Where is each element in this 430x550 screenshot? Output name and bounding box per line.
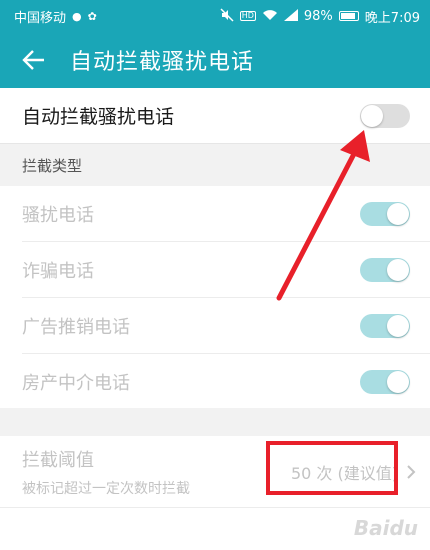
wechat-icon: ✿ <box>87 9 97 23</box>
threshold-subtitle: 被标记超过一定次数时拦截 <box>22 480 190 497</box>
switch-knob <box>387 259 409 281</box>
block-type-list: 骚扰电话 诈骗电话 广告推销电话 房产中介电话 <box>0 186 430 410</box>
signal-icon <box>283 9 298 23</box>
list-item-real-estate[interactable]: 房产中介电话 <box>0 354 430 410</box>
wifi-icon <box>262 9 278 23</box>
switch-knob <box>387 203 409 225</box>
fraud-switch[interactable] <box>360 258 410 282</box>
list-item-label: 房产中介电话 <box>22 373 130 394</box>
threshold-text: 拦截阈值 被标记超过一定次数时拦截 <box>22 446 190 498</box>
back-arrow-icon <box>22 50 44 70</box>
annotation-highlight-box <box>266 441 398 495</box>
auto-block-switch[interactable] <box>360 103 410 128</box>
hd-icon: HD <box>239 11 256 21</box>
auto-block-row[interactable]: 自动拦截骚扰电话 <box>0 88 430 144</box>
list-item-fraud[interactable]: 诈骗电话 <box>0 242 430 298</box>
chevron-right-icon <box>407 464 416 479</box>
page-title: 自动拦截骚扰电话 <box>70 50 255 75</box>
carrier-name: 中国移动 <box>14 10 67 26</box>
harassment-switch[interactable] <box>360 202 410 226</box>
auto-block-label: 自动拦截骚扰电话 <box>22 106 175 128</box>
switch-knob <box>387 371 409 393</box>
toolbar: 自动拦截骚扰电话 <box>0 32 430 88</box>
switch-knob <box>361 104 383 127</box>
notification-dot-icon: ● <box>72 9 82 23</box>
advertising-switch[interactable] <box>360 314 410 338</box>
status-bar: 中国移动 ● ✿ HD 98% 晚上7:09 <box>0 0 430 32</box>
battery-icon <box>338 11 359 21</box>
battery-percent: 98% <box>303 8 333 24</box>
list-item-harassment[interactable]: 骚扰电话 <box>0 186 430 242</box>
section-spacer <box>0 408 430 436</box>
list-item-label: 广告推销电话 <box>22 317 130 338</box>
list-item-label: 诈骗电话 <box>22 261 94 282</box>
clock: 晚上7:09 <box>364 10 420 26</box>
watermark-logo: Baidu <box>353 516 418 540</box>
list-item-advertising[interactable]: 广告推销电话 <box>0 298 430 354</box>
switch-knob <box>387 315 409 337</box>
status-bar-left: 中国移动 ● ✿ <box>14 7 97 26</box>
section-header-block-types: 拦截类型 <box>0 144 430 186</box>
real-estate-switch[interactable] <box>360 370 410 394</box>
list-item-label: 骚扰电话 <box>22 205 94 226</box>
threshold-title: 拦截阈值 <box>22 449 94 471</box>
status-bar-right: HD 98% 晚上7:09 <box>220 7 420 26</box>
mute-icon <box>220 8 234 24</box>
back-button[interactable] <box>10 32 58 88</box>
